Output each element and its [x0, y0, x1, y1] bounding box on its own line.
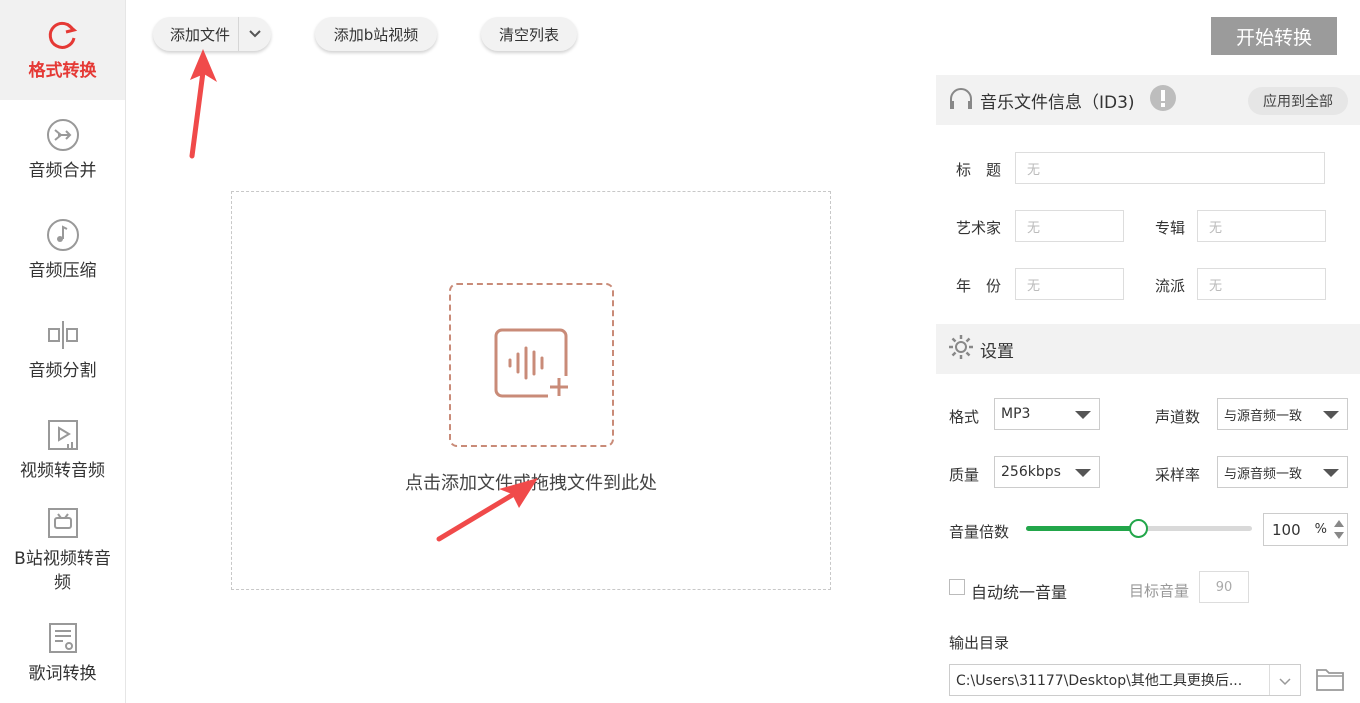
add-file-button[interactable]: 添加文件: [153, 17, 271, 51]
chevron-down-icon[interactable]: [1278, 675, 1292, 691]
target-volume-field[interactable]: 90: [1199, 571, 1249, 603]
settings-panel-title: 设置: [980, 341, 1014, 362]
chevron-down-icon: [1075, 469, 1091, 477]
sidebar-item-label: 视频转音频: [20, 461, 105, 481]
title-label: 标 题: [956, 161, 1002, 179]
year-label: 年 份: [956, 277, 1002, 295]
video-icon: [45, 417, 81, 453]
sidebar-item-label: 音频分割: [28, 361, 97, 381]
sidebar-item-bilibili-to-audio[interactable]: B站视频转音频: [0, 500, 125, 600]
sidebar-item-audio-split[interactable]: 音频分割: [0, 300, 125, 400]
chevron-down-icon: [1075, 411, 1091, 419]
auto-volume-checkbox[interactable]: [949, 579, 965, 595]
sidebar-item-video-to-audio[interactable]: 视频转音频: [0, 400, 125, 500]
sidebar-item-label: 歌词转换: [28, 664, 97, 684]
format-label: 格式: [949, 408, 980, 426]
settings-panel-header: 设置: [936, 324, 1360, 374]
artist-field[interactable]: 无: [1015, 210, 1124, 242]
quality-label: 质量: [949, 466, 980, 484]
audio-add-icon: [492, 326, 572, 404]
clear-list-button[interactable]: 清空列表: [481, 17, 577, 51]
volume-value: 100: [1272, 520, 1301, 539]
gear-icon: [948, 334, 974, 364]
annotation-arrow-icon: [189, 49, 217, 159]
spin-up-icon[interactable]: [1334, 520, 1344, 527]
add-audio-target[interactable]: [449, 283, 614, 447]
sidebar-item-label: B站视频转音频: [14, 549, 111, 593]
output-dir-label: 输出目录: [949, 634, 1010, 652]
id3-panel-header: 音乐文件信息（ID3) 应用到全部: [936, 75, 1360, 125]
add-file-label: 添加文件: [169, 25, 230, 44]
chevron-down-icon: [1323, 411, 1339, 419]
channels-select-value: 与源音频一致: [1224, 408, 1303, 424]
output-path-field[interactable]: C:\Users\31177\Desktop\其他工具更换后...: [949, 664, 1301, 696]
year-field[interactable]: 无: [1015, 268, 1124, 300]
file-drop-zone[interactable]: 点击添加文件或拖拽文件到此处: [231, 191, 831, 590]
volume-slider-fill: [1026, 526, 1139, 531]
folder-icon[interactable]: [1315, 665, 1345, 697]
quality-select[interactable]: 256kbps: [994, 456, 1100, 488]
target-volume-label: 目标音量: [1129, 582, 1190, 600]
genre-label: 流派: [1155, 277, 1186, 295]
sidebar-item-lyrics-convert[interactable]: 歌词转换: [0, 603, 125, 703]
drop-hint-text: 点击添加文件或拖拽文件到此处: [405, 473, 657, 494]
chevron-down-icon[interactable]: [238, 17, 270, 51]
output-path-value: C:\Users\31177\Desktop\其他工具更换后...: [956, 673, 1243, 689]
genre-field[interactable]: 无: [1197, 268, 1326, 300]
format-select-value: MP3: [1001, 406, 1031, 422]
artist-label: 艺术家: [956, 219, 1002, 237]
lyrics-file-icon: [45, 620, 81, 656]
start-convert-button[interactable]: 开始转换: [1211, 17, 1337, 55]
album-field[interactable]: 无: [1197, 210, 1326, 242]
info-icon[interactable]: [1149, 84, 1177, 116]
spin-down-icon[interactable]: [1334, 532, 1344, 539]
chevron-down-icon: [1323, 469, 1339, 477]
id3-panel-title: 音乐文件信息（ID3): [980, 92, 1135, 113]
add-bilibili-video-button[interactable]: 添加b站视频: [315, 17, 437, 51]
bilibili-tv-icon: [45, 505, 81, 541]
volume-slider-handle[interactable]: [1129, 519, 1148, 538]
channels-select[interactable]: 与源音频一致: [1217, 398, 1348, 430]
volume-unit: %: [1314, 522, 1327, 537]
sidebar: 格式转换 音频合并 音频压缩 音频分割 视频转音频 B站视频转音频 歌词转换: [0, 0, 126, 703]
volume-input[interactable]: 100 %: [1263, 513, 1348, 546]
format-select[interactable]: MP3: [994, 398, 1100, 430]
auto-volume-label: 自动统一音量: [971, 583, 1068, 602]
album-label: 专辑: [1155, 219, 1186, 237]
title-field[interactable]: 无: [1015, 152, 1325, 184]
sidebar-item-label: 音频合并: [28, 161, 97, 181]
refresh-icon: [45, 17, 81, 53]
sidebar-item-format-convert[interactable]: 格式转换: [0, 0, 125, 100]
sidebar-item-label: 音频压缩: [28, 261, 97, 281]
quality-select-value: 256kbps: [1001, 464, 1061, 480]
apply-to-all-button[interactable]: 应用到全部: [1248, 87, 1348, 115]
samplerate-select[interactable]: 与源音频一致: [1217, 456, 1348, 488]
sidebar-item-label: 格式转换: [28, 61, 97, 81]
channels-label: 声道数: [1155, 408, 1201, 426]
volume-slider[interactable]: [1026, 519, 1252, 538]
app-window: 格式转换 音频合并 音频压缩 音频分割 视频转音频 B站视频转音频 歌词转换 添…: [0, 0, 1360, 703]
samplerate-select-value: 与源音频一致: [1224, 466, 1303, 482]
merge-icon: [45, 117, 81, 153]
samplerate-label: 采样率: [1155, 466, 1201, 484]
volume-label: 音量倍数: [949, 523, 1010, 541]
music-note-icon: [45, 217, 81, 253]
sidebar-item-audio-compress[interactable]: 音频压缩: [0, 200, 125, 300]
sidebar-item-audio-merge[interactable]: 音频合并: [0, 100, 125, 200]
headphones-icon: [948, 86, 974, 114]
split-icon: [45, 317, 81, 353]
